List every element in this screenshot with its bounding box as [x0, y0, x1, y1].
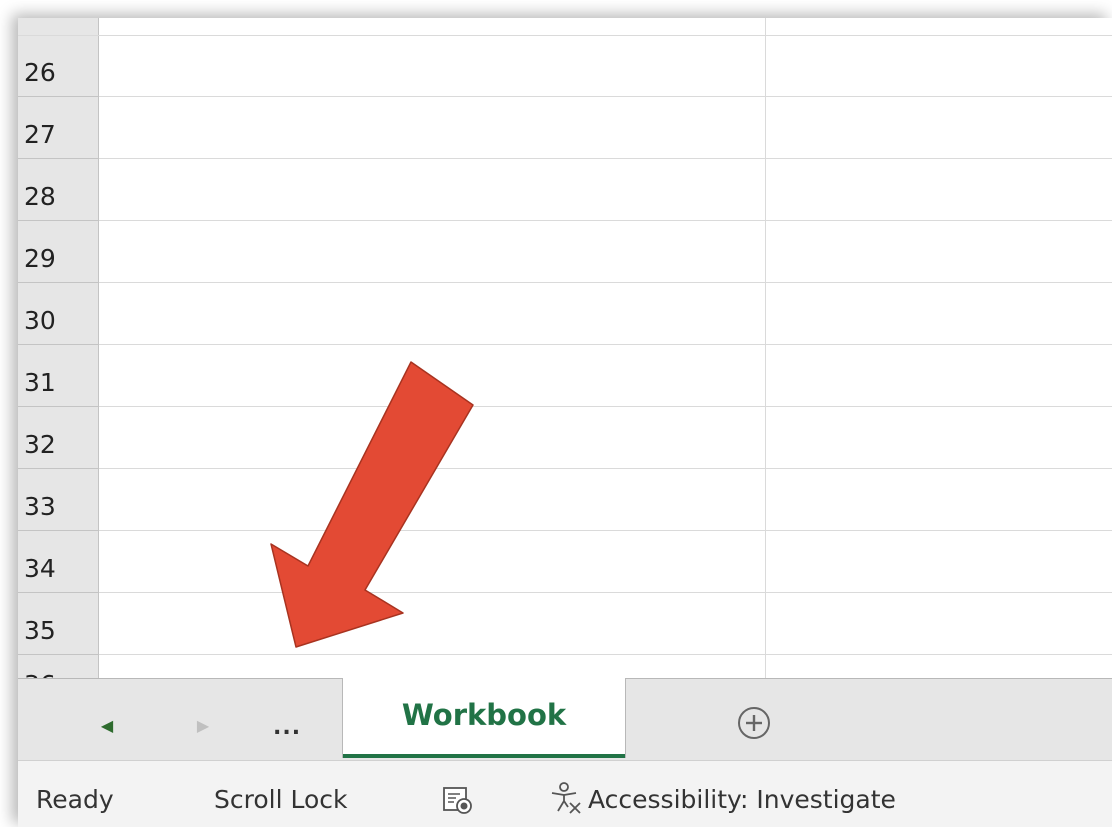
macro-recording-icon[interactable] — [442, 785, 474, 815]
row-header[interactable]: 27 — [18, 98, 98, 159]
row-cells — [99, 408, 1112, 469]
row-cells — [99, 346, 1112, 407]
row-header[interactable]: 34 — [18, 532, 98, 593]
cell-col-b[interactable] — [766, 346, 1112, 406]
more-sheets-button[interactable]: ... — [273, 715, 301, 740]
row-header[interactable]: 35 — [18, 594, 98, 655]
cell-col-a[interactable] — [99, 222, 765, 282]
prev-sheet-button[interactable]: ◀ — [92, 715, 122, 737]
status-accessibility[interactable]: Accessibility: Investigate — [588, 785, 896, 814]
grid-row: 34 — [18, 532, 1112, 594]
cell-col-b[interactable] — [766, 470, 1112, 530]
accessibility-person-icon[interactable] — [548, 781, 584, 815]
row-cells — [99, 532, 1112, 593]
row-cells — [99, 36, 1112, 97]
new-sheet-button[interactable] — [736, 705, 772, 741]
grid-row: 35 — [18, 594, 1112, 656]
status-scroll-lock: Scroll Lock — [214, 785, 348, 814]
row-header[interactable]: 33 — [18, 470, 98, 531]
grid-row: 33 — [18, 470, 1112, 532]
row-cells — [99, 284, 1112, 345]
cell-col-b[interactable] — [766, 222, 1112, 282]
row-header[interactable]: 28 — [18, 160, 98, 221]
grid-row: 29 — [18, 222, 1112, 284]
cell-col-a[interactable] — [99, 36, 765, 96]
sheet-tab-workbook[interactable]: Workbook — [342, 678, 626, 758]
grid-row: 28 — [18, 160, 1112, 222]
row-header[interactable]: 30 — [18, 284, 98, 345]
cell-col-b[interactable] — [766, 594, 1112, 654]
cell-col-a[interactable] — [99, 470, 765, 530]
row-cells — [99, 594, 1112, 655]
row-header[interactable]: 26 — [18, 36, 98, 97]
cell-col-a[interactable] — [99, 98, 765, 158]
row-cells — [99, 160, 1112, 221]
grid-row: 30 — [18, 284, 1112, 346]
cell-col-a[interactable] — [99, 594, 765, 654]
triangle-right-icon: ▶ — [196, 716, 210, 735]
cell-col-a[interactable] — [99, 408, 765, 468]
row-header[interactable]: 31 — [18, 346, 98, 407]
grid-row: 27 — [18, 98, 1112, 160]
cell-col-a[interactable] — [99, 160, 765, 220]
cell-col-b[interactable] — [766, 160, 1112, 220]
cell-col-a[interactable] — [99, 532, 765, 592]
sheet-tab-label: Workbook — [401, 698, 567, 732]
cell-col-b[interactable] — [766, 532, 1112, 592]
grid-row: 26 — [18, 36, 1112, 98]
row-cells — [99, 98, 1112, 159]
row-header[interactable]: 29 — [18, 222, 98, 283]
status-bar: Ready Scroll Lock Accessibility: Investi… — [18, 760, 1112, 827]
row-header[interactable]: 32 — [18, 408, 98, 469]
cell-col-b[interactable] — [766, 36, 1112, 96]
cell-col-a[interactable] — [99, 284, 765, 344]
cell-col-a[interactable] — [99, 346, 765, 406]
cell-col-b[interactable] — [766, 284, 1112, 344]
status-ready: Ready — [36, 785, 114, 814]
sheet-tab-bar: ◀ ▶ ... Workbook — [18, 678, 1112, 761]
active-tab-underline — [343, 754, 625, 758]
grid-row: 31 — [18, 346, 1112, 408]
cell-col-b[interactable] — [766, 408, 1112, 468]
row-cells — [99, 470, 1112, 531]
excel-window: 26272829303132333435 36 ◀ ▶ ... Workbook… — [18, 18, 1112, 827]
grid-row: 32 — [18, 408, 1112, 470]
grid-top-line — [18, 35, 1112, 36]
cell-col-b[interactable] — [766, 98, 1112, 158]
row-cells — [99, 222, 1112, 283]
triangle-left-icon: ◀ — [100, 716, 114, 735]
next-sheet-button[interactable]: ▶ — [188, 715, 218, 737]
plus-circle-icon — [738, 707, 770, 739]
